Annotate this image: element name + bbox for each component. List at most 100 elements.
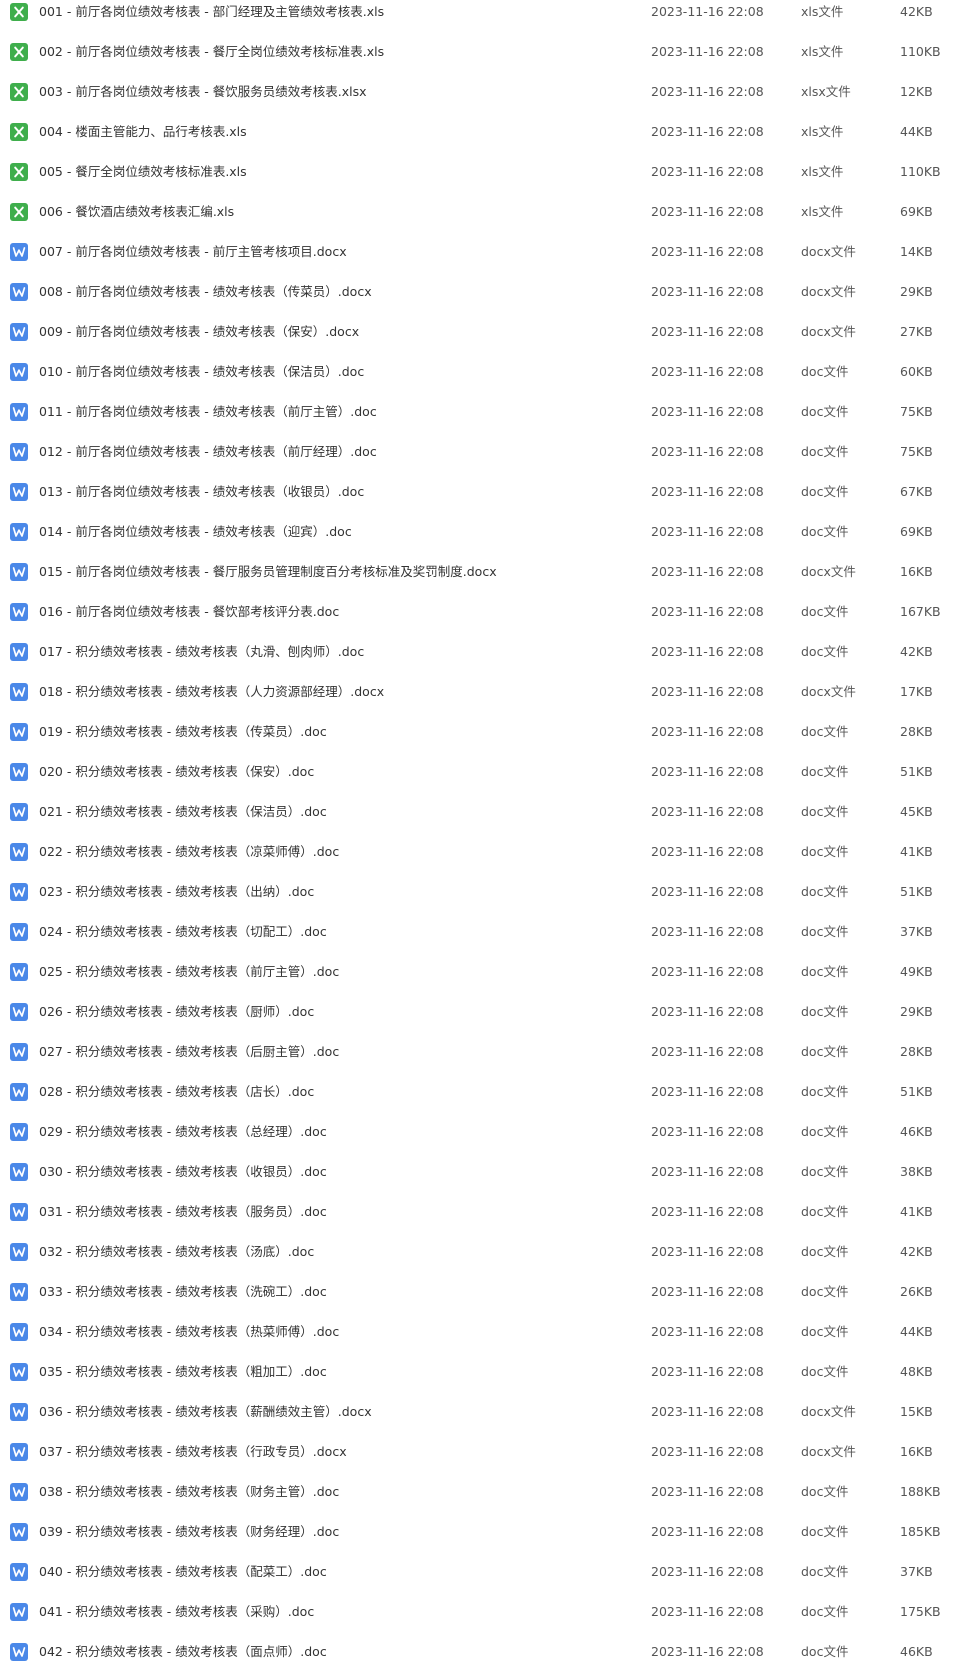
file-row-020[interactable]: 020 - 积分绩效考核表 - 绩效考核表（保安）.doc 2023-11-16… bbox=[0, 752, 960, 792]
file-name[interactable]: 011 - 前厅各岗位绩效考核表 - 绩效考核表（前厅主管）.doc bbox=[39, 392, 377, 432]
file-date: 2023-11-16 22:08 bbox=[651, 1524, 764, 1539]
file-name[interactable]: 032 - 积分绩效考核表 - 绩效考核表（汤底）.doc bbox=[39, 1232, 314, 1272]
file-name[interactable]: 019 - 积分绩效考核表 - 绩效考核表（传菜员）.doc bbox=[39, 712, 327, 752]
file-name[interactable]: 024 - 积分绩效考核表 - 绩效考核表（切配工）.doc bbox=[39, 912, 327, 952]
file-name[interactable]: 003 - 前厅各岗位绩效考核表 - 餐饮服务员绩效考核表.xlsx bbox=[39, 72, 367, 112]
file-name[interactable]: 039 - 积分绩效考核表 - 绩效考核表（财务经理）.doc bbox=[39, 1512, 339, 1552]
file-name[interactable]: 018 - 积分绩效考核表 - 绩效考核表（人力资源部经理）.docx bbox=[39, 672, 384, 712]
file-name[interactable]: 005 - 餐厅全岗位绩效考核标准表.xls bbox=[39, 152, 247, 192]
file-row-019[interactable]: 019 - 积分绩效考核表 - 绩效考核表（传菜员）.doc 2023-11-1… bbox=[0, 712, 960, 752]
file-name[interactable]: 007 - 前厅各岗位绩效考核表 - 前厅主管考核项目.docx bbox=[39, 232, 347, 272]
file-name[interactable]: 038 - 积分绩效考核表 - 绩效考核表（财务主管）.doc bbox=[39, 1472, 339, 1512]
file-row-009[interactable]: 009 - 前厅各岗位绩效考核表 - 绩效考核表（保安）.docx 2023-1… bbox=[0, 312, 960, 352]
file-row-023[interactable]: 023 - 积分绩效考核表 - 绩效考核表（出纳）.doc 2023-11-16… bbox=[0, 872, 960, 912]
file-row-008[interactable]: 008 - 前厅各岗位绩效考核表 - 绩效考核表（传菜员）.docx 2023-… bbox=[0, 272, 960, 312]
file-row-040[interactable]: 040 - 积分绩效考核表 - 绩效考核表（配菜工）.doc 2023-11-1… bbox=[0, 1552, 960, 1592]
file-row-036[interactable]: 036 - 积分绩效考核表 - 绩效考核表（薪酬绩效主管）.docx 2023-… bbox=[0, 1392, 960, 1432]
file-name[interactable]: 028 - 积分绩效考核表 - 绩效考核表（店长）.doc bbox=[39, 1072, 314, 1112]
file-date: 2023-11-16 22:08 bbox=[651, 1044, 764, 1059]
file-size: 38KB bbox=[900, 1164, 933, 1179]
file-name[interactable]: 025 - 积分绩效考核表 - 绩效考核表（前厅主管）.doc bbox=[39, 952, 339, 992]
file-row-021[interactable]: 021 - 积分绩效考核表 - 绩效考核表（保洁员）.doc 2023-11-1… bbox=[0, 792, 960, 832]
file-name[interactable]: 020 - 积分绩效考核表 - 绩效考核表（保安）.doc bbox=[39, 752, 314, 792]
file-row-039[interactable]: 039 - 积分绩效考核表 - 绩效考核表（财务经理）.doc 2023-11-… bbox=[0, 1512, 960, 1552]
file-name[interactable]: 012 - 前厅各岗位绩效考核表 - 绩效考核表（前厅经理）.doc bbox=[39, 432, 377, 472]
file-name[interactable]: 013 - 前厅各岗位绩效考核表 - 绩效考核表（收银员）.doc bbox=[39, 472, 364, 512]
file-name[interactable]: 014 - 前厅各岗位绩效考核表 - 绩效考核表（迎宾）.doc bbox=[39, 512, 352, 552]
file-row-005[interactable]: 005 - 餐厅全岗位绩效考核标准表.xls 2023-11-16 22:08 … bbox=[0, 152, 960, 192]
file-name[interactable]: 010 - 前厅各岗位绩效考核表 - 绩效考核表（保洁员）.doc bbox=[39, 352, 364, 392]
file-name[interactable]: 001 - 前厅各岗位绩效考核表 - 部门经理及主管绩效考核表.xls bbox=[39, 0, 384, 32]
file-row-034[interactable]: 034 - 积分绩效考核表 - 绩效考核表（热菜师傅）.doc 2023-11-… bbox=[0, 1312, 960, 1352]
file-row-028[interactable]: 028 - 积分绩效考核表 - 绩效考核表（店长）.doc 2023-11-16… bbox=[0, 1072, 960, 1112]
file-row-037[interactable]: 037 - 积分绩效考核表 - 绩效考核表（行政专员）.docx 2023-11… bbox=[0, 1432, 960, 1472]
file-type: doc文件 bbox=[801, 724, 849, 739]
file-size: 46KB bbox=[900, 1644, 933, 1659]
file-row-013[interactable]: 013 - 前厅各岗位绩效考核表 - 绩效考核表（收银员）.doc 2023-1… bbox=[0, 472, 960, 512]
file-row-018[interactable]: 018 - 积分绩效考核表 - 绩效考核表（人力资源部经理）.docx 2023… bbox=[0, 672, 960, 712]
file-name[interactable]: 004 - 楼面主管能力、品行考核表.xls bbox=[39, 112, 247, 152]
file-row-001[interactable]: 001 - 前厅各岗位绩效考核表 - 部门经理及主管绩效考核表.xls 2023… bbox=[0, 0, 960, 32]
file-row-030[interactable]: 030 - 积分绩效考核表 - 绩效考核表（收银员）.doc 2023-11-1… bbox=[0, 1152, 960, 1192]
file-row-029[interactable]: 029 - 积分绩效考核表 - 绩效考核表（总经理）.doc 2023-11-1… bbox=[0, 1112, 960, 1152]
file-row-007[interactable]: 007 - 前厅各岗位绩效考核表 - 前厅主管考核项目.docx 2023-11… bbox=[0, 232, 960, 272]
file-row-015[interactable]: 015 - 前厅各岗位绩效考核表 - 餐厅服务员管理制度百分考核标准及奖罚制度.… bbox=[0, 552, 960, 592]
file-row-033[interactable]: 033 - 积分绩效考核表 - 绩效考核表（洗碗工）.doc 2023-11-1… bbox=[0, 1272, 960, 1312]
file-row-003[interactable]: 003 - 前厅各岗位绩效考核表 - 餐饮服务员绩效考核表.xlsx 2023-… bbox=[0, 72, 960, 112]
file-row-006[interactable]: 006 - 餐饮酒店绩效考核表汇编.xls 2023-11-16 22:08 x… bbox=[0, 192, 960, 232]
file-size: 44KB bbox=[900, 124, 933, 139]
file-row-038[interactable]: 038 - 积分绩效考核表 - 绩效考核表（财务主管）.doc 2023-11-… bbox=[0, 1472, 960, 1512]
file-date: 2023-11-16 22:08 bbox=[651, 444, 764, 459]
file-row-002[interactable]: 002 - 前厅各岗位绩效考核表 - 餐厅全岗位绩效考核标准表.xls 2023… bbox=[0, 32, 960, 72]
file-row-011[interactable]: 011 - 前厅各岗位绩效考核表 - 绩效考核表（前厅主管）.doc 2023-… bbox=[0, 392, 960, 432]
file-name[interactable]: 009 - 前厅各岗位绩效考核表 - 绩效考核表（保安）.docx bbox=[39, 312, 359, 352]
file-name[interactable]: 027 - 积分绩效考核表 - 绩效考核表（后厨主管）.doc bbox=[39, 1032, 339, 1072]
file-row-031[interactable]: 031 - 积分绩效考核表 - 绩效考核表（服务员）.doc 2023-11-1… bbox=[0, 1192, 960, 1232]
file-row-004[interactable]: 004 - 楼面主管能力、品行考核表.xls 2023-11-16 22:08 … bbox=[0, 112, 960, 152]
file-name[interactable]: 036 - 积分绩效考核表 - 绩效考核表（薪酬绩效主管）.docx bbox=[39, 1392, 372, 1432]
file-row-041[interactable]: 041 - 积分绩效考核表 - 绩效考核表（采购）.doc 2023-11-16… bbox=[0, 1592, 960, 1632]
file-name[interactable]: 034 - 积分绩效考核表 - 绩效考核表（热菜师傅）.doc bbox=[39, 1312, 339, 1352]
file-name[interactable]: 002 - 前厅各岗位绩效考核表 - 餐厅全岗位绩效考核标准表.xls bbox=[39, 32, 384, 72]
file-row-032[interactable]: 032 - 积分绩效考核表 - 绩效考核表（汤底）.doc 2023-11-16… bbox=[0, 1232, 960, 1272]
file-name[interactable]: 022 - 积分绩效考核表 - 绩效考核表（凉菜师傅）.doc bbox=[39, 832, 339, 872]
file-date: 2023-11-16 22:08 bbox=[651, 244, 764, 259]
file-name[interactable]: 017 - 积分绩效考核表 - 绩效考核表（丸滑、刨肉师）.doc bbox=[39, 632, 364, 672]
file-row-025[interactable]: 025 - 积分绩效考核表 - 绩效考核表（前厅主管）.doc 2023-11-… bbox=[0, 952, 960, 992]
file-row-016[interactable]: 016 - 前厅各岗位绩效考核表 - 餐饮部考核评分表.doc 2023-11-… bbox=[0, 592, 960, 632]
file-row-024[interactable]: 024 - 积分绩效考核表 - 绩效考核表（切配工）.doc 2023-11-1… bbox=[0, 912, 960, 952]
file-name[interactable]: 041 - 积分绩效考核表 - 绩效考核表（采购）.doc bbox=[39, 1592, 314, 1632]
file-name[interactable]: 037 - 积分绩效考核表 - 绩效考核表（行政专员）.docx bbox=[39, 1432, 347, 1472]
file-row-014[interactable]: 014 - 前厅各岗位绩效考核表 - 绩效考核表（迎宾）.doc 2023-11… bbox=[0, 512, 960, 552]
file-name[interactable]: 035 - 积分绩效考核表 - 绩效考核表（粗加工）.doc bbox=[39, 1352, 327, 1392]
file-name[interactable]: 042 - 积分绩效考核表 - 绩效考核表（面点师）.doc bbox=[39, 1632, 327, 1672]
file-name[interactable]: 006 - 餐饮酒店绩效考核表汇编.xls bbox=[39, 192, 234, 232]
file-name[interactable]: 040 - 积分绩效考核表 - 绩效考核表（配菜工）.doc bbox=[39, 1552, 327, 1592]
file-date: 2023-11-16 22:08 bbox=[651, 1484, 764, 1499]
file-size: 51KB bbox=[900, 1084, 933, 1099]
file-row-010[interactable]: 010 - 前厅各岗位绩效考核表 - 绩效考核表（保洁员）.doc 2023-1… bbox=[0, 352, 960, 392]
file-row-012[interactable]: 012 - 前厅各岗位绩效考核表 - 绩效考核表（前厅经理）.doc 2023-… bbox=[0, 432, 960, 472]
word-file-icon bbox=[10, 323, 28, 341]
file-row-026[interactable]: 026 - 积分绩效考核表 - 绩效考核表（厨师）.doc 2023-11-16… bbox=[0, 992, 960, 1032]
file-name[interactable]: 033 - 积分绩效考核表 - 绩效考核表（洗碗工）.doc bbox=[39, 1272, 327, 1312]
file-type: doc文件 bbox=[801, 1044, 849, 1059]
file-date: 2023-11-16 22:08 bbox=[651, 204, 764, 219]
file-name[interactable]: 026 - 积分绩效考核表 - 绩效考核表（厨师）.doc bbox=[39, 992, 314, 1032]
file-size: 44KB bbox=[900, 1324, 933, 1339]
file-row-017[interactable]: 017 - 积分绩效考核表 - 绩效考核表（丸滑、刨肉师）.doc 2023-1… bbox=[0, 632, 960, 672]
file-name[interactable]: 008 - 前厅各岗位绩效考核表 - 绩效考核表（传菜员）.docx bbox=[39, 272, 372, 312]
file-name[interactable]: 029 - 积分绩效考核表 - 绩效考核表（总经理）.doc bbox=[39, 1112, 327, 1152]
file-row-035[interactable]: 035 - 积分绩效考核表 - 绩效考核表（粗加工）.doc 2023-11-1… bbox=[0, 1352, 960, 1392]
file-name[interactable]: 031 - 积分绩效考核表 - 绩效考核表（服务员）.doc bbox=[39, 1192, 327, 1232]
file-row-022[interactable]: 022 - 积分绩效考核表 - 绩效考核表（凉菜师傅）.doc 2023-11-… bbox=[0, 832, 960, 872]
file-name[interactable]: 023 - 积分绩效考核表 - 绩效考核表（出纳）.doc bbox=[39, 872, 314, 912]
file-name[interactable]: 021 - 积分绩效考核表 - 绩效考核表（保洁员）.doc bbox=[39, 792, 327, 832]
word-file-icon bbox=[10, 963, 28, 981]
file-name[interactable]: 030 - 积分绩效考核表 - 绩效考核表（收银员）.doc bbox=[39, 1152, 327, 1192]
file-date: 2023-11-16 22:08 bbox=[651, 1404, 764, 1419]
file-row-027[interactable]: 027 - 积分绩效考核表 - 绩效考核表（后厨主管）.doc 2023-11-… bbox=[0, 1032, 960, 1072]
file-name[interactable]: 016 - 前厅各岗位绩效考核表 - 餐饮部考核评分表.doc bbox=[39, 592, 339, 632]
file-name[interactable]: 015 - 前厅各岗位绩效考核表 - 餐厅服务员管理制度百分考核标准及奖罚制度.… bbox=[39, 552, 497, 592]
file-row-042[interactable]: 042 - 积分绩效考核表 - 绩效考核表（面点师）.doc 2023-11-1… bbox=[0, 1632, 960, 1672]
